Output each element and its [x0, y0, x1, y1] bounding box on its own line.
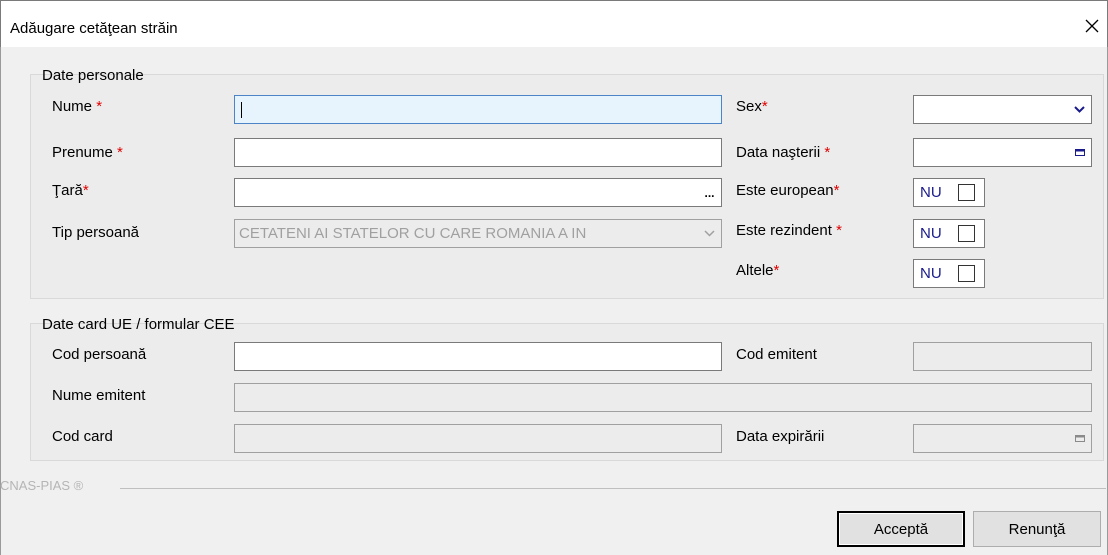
required-mark: *: [82, 182, 89, 199]
tara-label: Ţară*: [52, 182, 89, 199]
prenume-label-text: Prenume: [52, 144, 113, 161]
data-nasterii-label-text: Data naşterii: [736, 144, 821, 161]
nume-label-text: Nume: [52, 98, 93, 115]
required-mark: *: [836, 222, 842, 239]
nume-input[interactable]: [234, 95, 722, 124]
tip-persoana-dropdown: [699, 220, 720, 247]
data-nasterii-input[interactable]: [913, 138, 1092, 167]
altele-checkbox[interactable]: NU: [913, 259, 985, 288]
checkbox-square[interactable]: [958, 265, 975, 282]
ellipsis-icon: ...: [704, 185, 715, 200]
required-mark: *: [96, 98, 103, 115]
chevron-down-icon: [1074, 106, 1085, 113]
checkbox-value-label: NU: [920, 265, 942, 282]
cod-card-label: Cod card: [52, 428, 113, 445]
sex-label-text: Sex: [736, 98, 762, 115]
tip-persoana-value: CETATENI AI STATELOR CU CARE ROMANIA A I…: [239, 225, 587, 242]
tip-persoana-select: CETATENI AI STATELOR CU CARE ROMANIA A I…: [234, 219, 722, 248]
checkbox-value-label: NU: [920, 225, 942, 242]
calendar-icon: [1074, 435, 1085, 442]
este-european-label-text: Este european: [736, 182, 834, 199]
chevron-down-icon: [704, 230, 715, 237]
required-mark: *: [833, 182, 840, 199]
cod-persoana-input[interactable]: [234, 342, 722, 371]
close-button[interactable]: [1076, 10, 1108, 42]
cod-emitent-label: Cod emitent: [736, 346, 817, 363]
tara-label-text: Ţară: [52, 182, 83, 199]
cancel-button[interactable]: Renunţă: [973, 511, 1101, 547]
required-mark: *: [773, 262, 780, 279]
tip-persoana-label: Tip persoană: [52, 224, 139, 241]
calendar-icon: [1074, 149, 1085, 156]
tara-lookup-button[interactable]: ...: [699, 179, 720, 206]
sex-dropdown[interactable]: [1069, 96, 1090, 123]
sex-select[interactable]: [913, 95, 1092, 124]
footer-separator: [120, 488, 1106, 489]
date-picker-button[interactable]: [1069, 139, 1090, 166]
required-mark: *: [117, 144, 123, 161]
altele-label-text: Altele: [736, 262, 774, 279]
card-data-group-title: Date card UE / formular CEE: [42, 316, 235, 333]
prenume-label: Prenume *: [52, 144, 123, 161]
este-european-label: Este european*: [736, 182, 839, 199]
prenume-input[interactable]: [234, 138, 722, 167]
tara-input[interactable]: ...: [234, 178, 722, 207]
este-european-checkbox[interactable]: NU: [913, 178, 985, 207]
checkbox-square[interactable]: [958, 225, 975, 242]
required-mark: *: [824, 144, 831, 161]
brand-label: CNAS-PIAS ®: [0, 478, 84, 493]
date-picker-button-disabled: [1069, 425, 1090, 452]
este-rezident-label: Este rezindent *: [736, 222, 842, 239]
cod-card-input: [234, 424, 722, 453]
personal-data-group-title: Date personale: [42, 67, 144, 84]
este-rezident-label-text: Este rezindent: [736, 222, 832, 239]
este-rezident-checkbox[interactable]: NU: [913, 219, 985, 248]
required-mark: *: [761, 98, 768, 115]
cod-persoana-label: Cod persoană: [52, 346, 147, 363]
cod-emitent-input: [913, 342, 1092, 371]
nume-label: Nume *: [52, 98, 102, 115]
data-expirarii-input: [913, 424, 1092, 453]
nume-emitent-input: [234, 383, 1092, 412]
data-nasterii-label: Data naşterii *: [736, 144, 830, 161]
data-expirarii-label: Data expirării: [736, 428, 825, 445]
checkbox-value-label: NU: [920, 184, 942, 201]
accept-button[interactable]: Acceptă: [837, 511, 965, 547]
close-icon: [1085, 19, 1099, 33]
sex-label: Sex*: [736, 98, 768, 115]
window-title: Adăugare cetăţean străin: [10, 20, 178, 37]
text-caret: [241, 102, 242, 118]
nume-emitent-label: Nume emitent: [52, 387, 146, 404]
checkbox-square[interactable]: [958, 184, 975, 201]
altele-label: Altele*: [736, 262, 779, 279]
